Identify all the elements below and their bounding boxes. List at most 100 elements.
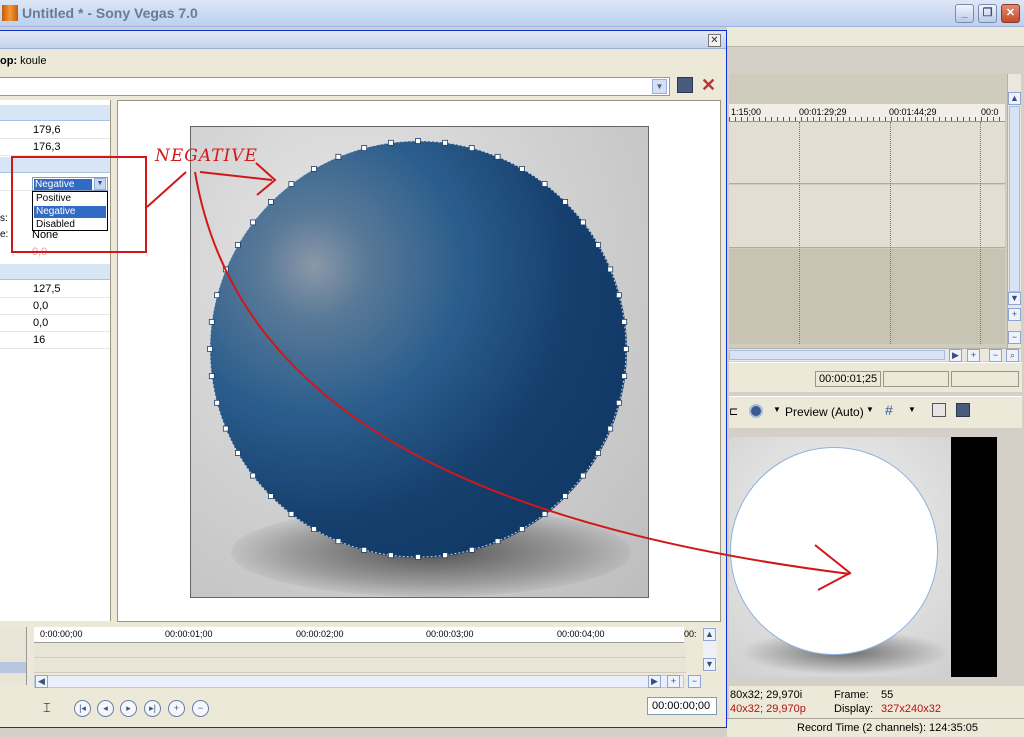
property-row[interactable]: 179,6: [0, 122, 110, 139]
mask-control-point[interactable]: [361, 546, 368, 553]
mask-control-point[interactable]: [214, 399, 221, 406]
keyframe-row[interactable]: [34, 659, 686, 673]
mask-control-point[interactable]: [250, 472, 256, 479]
close-button[interactable]: ✕: [1001, 4, 1020, 23]
delete-keyframe-icon[interactable]: −: [192, 700, 209, 717]
mask-control-point[interactable]: [235, 450, 241, 456]
sync-cursor-icon[interactable]: ⌶: [43, 700, 51, 716]
add-keyframe-icon[interactable]: +: [168, 700, 185, 717]
mask-control-point[interactable]: [222, 266, 229, 273]
mask-control-point[interactable]: [335, 538, 342, 545]
zoom-in-icon[interactable]: +: [1008, 308, 1021, 321]
selected-track-header[interactable]: [0, 662, 26, 673]
preset-combobox[interactable]: ▼: [0, 77, 670, 96]
chevron-down-icon[interactable]: ▼: [652, 79, 667, 94]
scroll-up-icon[interactable]: ▲: [703, 628, 716, 641]
dialog-close-icon[interactable]: ✕: [708, 34, 721, 47]
track[interactable]: [729, 249, 1005, 344]
mask-control-point[interactable]: [387, 552, 394, 559]
last-keyframe-icon[interactable]: ▸|: [144, 700, 161, 717]
zoom-out-icon[interactable]: −: [688, 675, 701, 688]
property-group-header[interactable]: [0, 157, 110, 173]
mask-control-point[interactable]: [615, 399, 622, 406]
mask-control-point[interactable]: [268, 199, 274, 205]
mask-control-point[interactable]: [288, 181, 295, 187]
property-row[interactable]: 176,3: [0, 139, 110, 156]
mask-control-point[interactable]: [268, 493, 274, 500]
mask-control-point[interactable]: [621, 373, 628, 380]
mode-dropdown[interactable]: Negative ▼: [32, 177, 108, 191]
mask-control-point[interactable]: [208, 318, 215, 325]
mask-canvas[interactable]: [117, 100, 721, 622]
next-keyframe-icon[interactable]: ▸: [120, 700, 137, 717]
grid-overlay-icon[interactable]: #: [885, 402, 893, 418]
magnify-icon[interactable]: ⌕: [1006, 349, 1019, 362]
mask-control-point[interactable]: [494, 153, 501, 160]
timeline-ruler[interactable]: 1:15;00 00:01:29;29 00:01:44;29 00:0: [729, 104, 1005, 122]
mask-control-point[interactable]: [580, 472, 586, 479]
copy-snapshot-icon[interactable]: [932, 403, 946, 417]
zoom-out-icon[interactable]: −: [1008, 331, 1021, 344]
mask-control-point[interactable]: [494, 538, 501, 545]
selection-length[interactable]: [951, 371, 1019, 387]
keyframe-horizontal-scrollbar[interactable]: ◀ ▶ +: [34, 675, 684, 688]
keyframe-vertical-scrollbar[interactable]: ▲ ▼: [703, 627, 717, 672]
mask-control-point[interactable]: [615, 292, 622, 299]
dropdown-option-negative[interactable]: Negative: [34, 206, 106, 218]
minimize-button[interactable]: _: [955, 4, 974, 23]
property-row[interactable]: 0,0: [0, 298, 110, 315]
mask-control-point[interactable]: [335, 153, 342, 160]
mask-control-point[interactable]: [562, 199, 569, 205]
mask-control-point[interactable]: [595, 242, 602, 248]
mask-control-point[interactable]: [415, 554, 421, 560]
mask-control-point[interactable]: [235, 242, 241, 248]
property-row[interactable]: 0,0: [0, 315, 110, 332]
scroll-left-icon[interactable]: ◀: [35, 675, 48, 688]
property-row[interactable]: 16: [0, 332, 110, 349]
track[interactable]: [729, 122, 1005, 184]
mask-control-point[interactable]: [222, 425, 229, 432]
cursor-time[interactable]: 00:00:01;25: [815, 371, 881, 387]
keyframe-row[interactable]: [34, 644, 686, 658]
mask-control-point[interactable]: [621, 318, 628, 325]
restore-button[interactable]: ❐: [978, 4, 997, 23]
chevron-down-icon[interactable]: ▼: [94, 178, 106, 190]
mask-control-point[interactable]: [250, 219, 256, 226]
scroll-down-icon[interactable]: ▼: [1008, 292, 1021, 305]
mask-control-point[interactable]: [207, 346, 213, 352]
mask-control-point[interactable]: [541, 511, 548, 517]
keyframe-ruler[interactable]: 0:00:00;00 00:00:01;00 00:00:02;00 00:00…: [34, 627, 697, 643]
mask-control-points[interactable]: [207, 138, 629, 560]
scroll-down-icon[interactable]: ▼: [703, 658, 716, 671]
zoom-in-icon[interactable]: +: [667, 675, 680, 688]
track[interactable]: [729, 185, 1005, 248]
mask-control-point[interactable]: [311, 166, 317, 172]
first-keyframe-icon[interactable]: |◂: [74, 700, 91, 717]
mask-control-point[interactable]: [415, 138, 421, 144]
mask-control-point[interactable]: [208, 373, 215, 380]
timeline-vertical-scrollbar[interactable]: ▲ ▼ + −: [1007, 74, 1021, 349]
save-preset-icon[interactable]: [677, 77, 693, 93]
mask-control-point[interactable]: [361, 145, 368, 152]
dropdown-option-positive[interactable]: Positive: [34, 193, 106, 205]
scroll-thumb[interactable]: [729, 350, 945, 360]
mask-control-point[interactable]: [442, 552, 449, 559]
mask-control-point[interactable]: [607, 425, 614, 432]
mask-control-point[interactable]: [595, 450, 602, 456]
keyframe-timecode[interactable]: 00:00:00;00: [647, 697, 717, 715]
property-group-header[interactable]: [0, 264, 110, 280]
prev-keyframe-icon[interactable]: ◂: [97, 700, 114, 717]
zoom-out-icon[interactable]: −: [989, 349, 1002, 362]
scroll-right-icon[interactable]: ▶: [949, 349, 962, 362]
mask-control-point[interactable]: [580, 219, 586, 226]
mask-control-point[interactable]: [541, 181, 548, 187]
delete-preset-icon[interactable]: ✕: [701, 75, 716, 96]
external-monitor-icon[interactable]: [749, 404, 763, 418]
preview-quality[interactable]: Preview (Auto): [785, 405, 864, 419]
mask-control-point[interactable]: [468, 546, 475, 553]
chevron-down-icon[interactable]: ▼: [773, 405, 781, 414]
mask-control-point[interactable]: [311, 526, 317, 533]
chevron-down-icon[interactable]: ▼: [908, 405, 916, 414]
mask-control-point[interactable]: [468, 145, 475, 152]
chevron-down-icon[interactable]: ▼: [866, 405, 874, 414]
